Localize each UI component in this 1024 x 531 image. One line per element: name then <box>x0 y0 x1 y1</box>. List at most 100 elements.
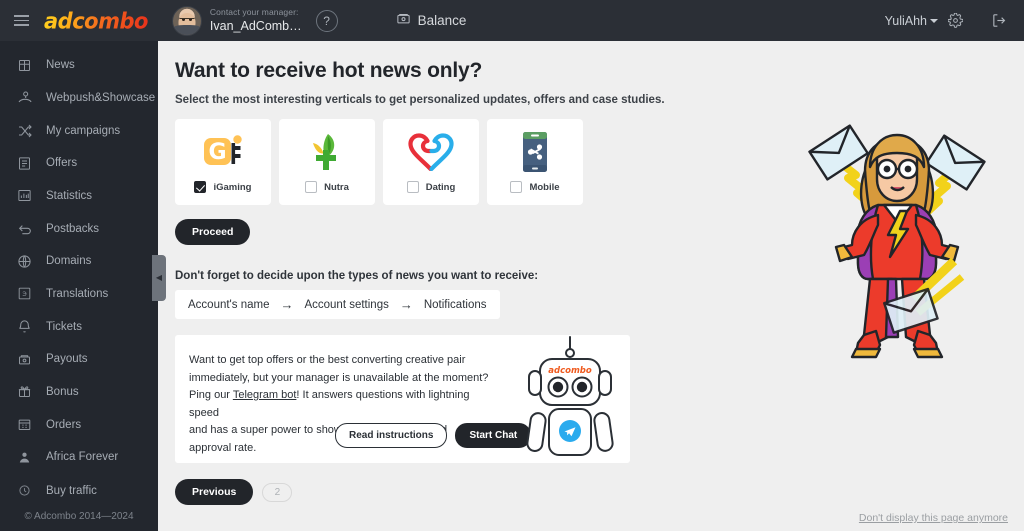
news-types-hint: Don't forget to decide upon the types of… <box>175 270 539 282</box>
gear-icon[interactable] <box>948 13 963 28</box>
username-label: YuliAhh <box>884 13 927 28</box>
sidebar-item-label: My campaigns <box>46 124 121 137</box>
promo-line-2: immediately, but your manager is unavail… <box>189 371 489 384</box>
promo-line-3-pre: Ping our <box>189 389 233 401</box>
promo-buttons: Read instructions Start Chat <box>335 423 532 448</box>
sidebar-item-postbacks[interactable]: Postbacks <box>0 212 158 245</box>
sidebar-item-label: Offers <box>46 157 78 170</box>
bar-chart-icon <box>16 187 33 204</box>
safe-box-icon <box>396 11 411 31</box>
clock-icon <box>16 482 33 499</box>
telegram-robot-illustration: adcombo <box>516 335 624 468</box>
manager-block[interactable]: Contact your manager: Ivan_AdComb… <box>171 5 302 36</box>
manager-label: Contact your manager: <box>209 6 299 17</box>
adcombo-logo[interactable]: adcombo <box>44 8 148 33</box>
list-document-icon <box>16 155 33 172</box>
vertical-card-igaming[interactable]: G iGaming <box>175 119 271 205</box>
sidebar-item-translations[interactable]: Э Translations <box>0 278 158 311</box>
svg-text:Э: Э <box>22 291 27 298</box>
vertical-card-nutra[interactable]: Nutra <box>279 119 375 205</box>
proceed-button[interactable]: Proceed <box>175 219 251 245</box>
news-icon <box>16 57 33 74</box>
breadcrumb: Account's name → Account settings → Noti… <box>175 290 500 319</box>
vertical-checkbox-nutra[interactable] <box>305 181 318 193</box>
sidebar-item-orders[interactable]: Orders <box>0 408 158 441</box>
vertical-checkbox-igaming[interactable] <box>194 181 207 193</box>
avatar <box>171 5 202 36</box>
vertical-label: iGaming <box>213 181 252 193</box>
username-dropdown[interactable]: YuliAhh <box>885 14 938 28</box>
balance-label: Balance <box>417 13 467 28</box>
logout-icon[interactable] <box>991 12 1008 29</box>
robot-logo-text: adcombo <box>548 366 592 376</box>
page-number-2[interactable]: 2 <box>262 482 293 502</box>
sidebar-item-payouts[interactable]: Payouts <box>0 343 158 376</box>
top-bar: adcombo Contact your manager: Ivan_AdCom… <box>0 0 1024 41</box>
arrow-right-icon: → <box>399 297 413 312</box>
app-root: adcombo Contact your manager: Ivan_AdCom… <box>0 0 1024 531</box>
sidebar-item-news[interactable]: News <box>0 49 158 82</box>
vertical-checkbox-mobile[interactable] <box>510 181 523 193</box>
safe-box-icon <box>16 351 33 368</box>
mobile-share-icon <box>520 130 550 174</box>
svg-text:G: G <box>208 140 226 165</box>
balance-button[interactable]: Balance <box>396 11 467 31</box>
chevron-left-icon: ◀ <box>155 273 163 282</box>
shuffle-icon <box>16 122 33 139</box>
sidebar-item-label: Statistics <box>46 189 93 202</box>
sidebar-item-offers[interactable]: Offers <box>0 147 158 180</box>
telegram-bot-link[interactable]: Telegram bot <box>233 389 297 401</box>
pagination: Previous 2 <box>175 479 1024 505</box>
promo-line-1: Want to get top offers or the best conve… <box>189 354 466 366</box>
copyright-text: © Adcombo 2014—2024 <box>24 511 134 523</box>
read-instructions-button[interactable]: Read instructions <box>335 423 448 448</box>
manager-name: Ivan_AdComb… <box>209 18 302 33</box>
sidebar-item-label: Webpush&Showcase <box>46 91 156 104</box>
body-row: News Webpush&Showcase My campaigns Offer… <box>0 41 1024 531</box>
previous-button[interactable]: Previous <box>175 479 254 505</box>
breadcrumb-account-settings[interactable]: Account settings <box>304 299 388 311</box>
sidebar-item-webpush-showcase[interactable]: Webpush&Showcase <box>0 82 158 115</box>
sidebar-item-tickets[interactable]: Tickets <box>0 310 158 343</box>
breadcrumb-account-name[interactable]: Account's name <box>188 299 269 311</box>
sidebar-item-my-campaigns[interactable]: My campaigns <box>0 114 158 147</box>
verticals-list: G iGaming Nutra Dating Mobile <box>175 119 1024 205</box>
calendar-icon <box>16 416 33 433</box>
question-mark-icon[interactable]: ? <box>315 9 338 32</box>
sidebar-item-label: Tickets <box>46 320 82 333</box>
sidebar-item-buy-traffic[interactable]: Buy traffic <box>0 474 158 509</box>
sidebar-item-africa-forever[interactable]: Africa Forever <box>0 441 158 474</box>
globe-icon <box>16 253 33 270</box>
sidebar-item-label: Africa Forever <box>46 451 119 464</box>
vertical-checkbox-dating[interactable] <box>406 181 419 193</box>
sidebar-item-label: Orders <box>46 418 82 431</box>
sidebar-item-label: Translations <box>46 287 109 300</box>
webpush-icon <box>16 89 33 106</box>
translate-icon: Э <box>16 285 33 302</box>
sidebar-item-label: News <box>46 59 75 72</box>
vertical-label: Mobile <box>529 181 560 193</box>
sidebar-item-statistics[interactable]: Statistics <box>0 180 158 213</box>
sidebar: News Webpush&Showcase My campaigns Offer… <box>0 41 166 531</box>
vertical-card-mobile[interactable]: Mobile <box>487 119 583 205</box>
sidebar-item-domains[interactable]: Domains <box>0 245 158 278</box>
person-icon <box>16 449 33 466</box>
vertical-card-dating[interactable]: Dating <box>383 119 479 205</box>
sidebar-item-bonus[interactable]: Bonus <box>0 376 158 409</box>
vertical-label: Dating <box>425 181 456 193</box>
breadcrumb-notifications[interactable]: Notifications <box>424 299 487 311</box>
chevron-down-icon <box>930 18 938 23</box>
page-subtitle: Select the most interesting verticals to… <box>175 94 665 106</box>
gift-icon <box>16 383 33 400</box>
arrow-right-icon: → <box>280 297 294 312</box>
telegram-bot-promo-card: Want to get top offers or the best conve… <box>175 335 630 463</box>
dont-display-link[interactable]: Don't display this page anymore <box>859 512 1008 524</box>
hamburger-icon[interactable] <box>0 0 42 41</box>
sidebar-footer: Buy traffic © Adcombo 2014—2024 <box>0 474 158 531</box>
nutra-leaf-icon <box>307 130 347 174</box>
page-title: Want to receive hot news only? <box>175 59 483 82</box>
sidebar-item-label: Payouts <box>46 353 88 366</box>
sidebar-item-label: Domains <box>46 255 92 268</box>
sidebar-collapse-handle[interactable]: ◀ <box>152 255 166 301</box>
bell-icon <box>16 318 33 335</box>
